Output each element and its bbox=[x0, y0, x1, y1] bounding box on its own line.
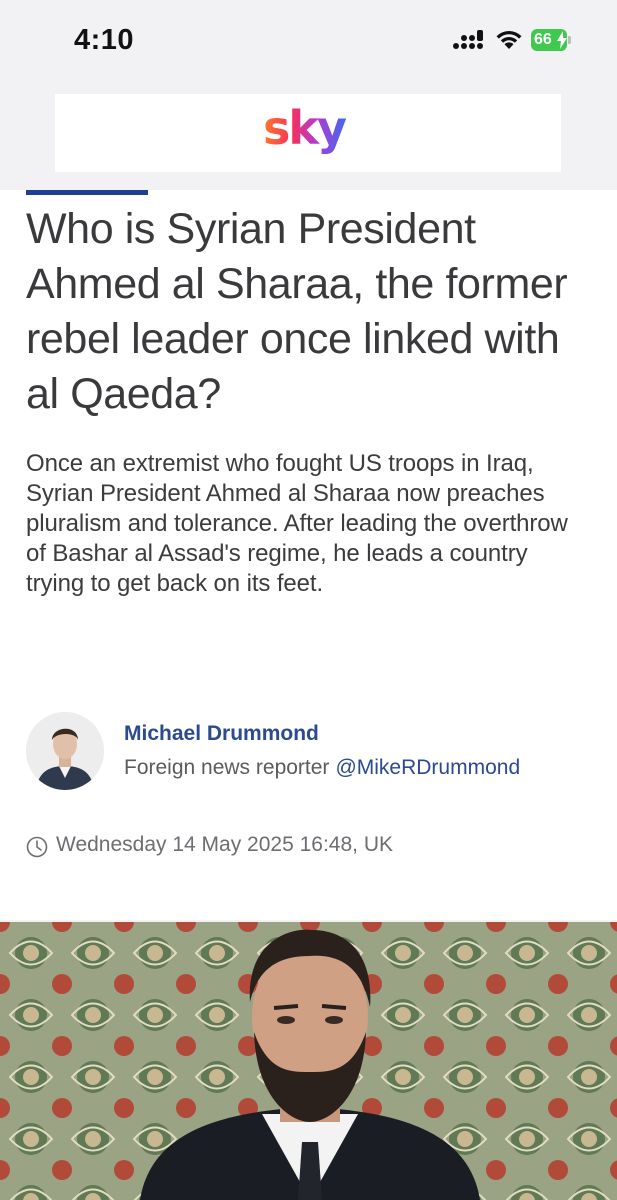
charging-bolt-icon bbox=[557, 31, 567, 49]
article-headline: Who is Syrian President Ahmed al Sharaa,… bbox=[26, 205, 568, 418]
avatar-portrait-icon bbox=[26, 712, 104, 790]
article-standfirst: Once an extremist who fought US troops i… bbox=[26, 450, 568, 597]
author-role: Foreign news reporter bbox=[124, 756, 330, 779]
status-bar: 4:10 66 bbox=[0, 0, 617, 80]
article-hero-image[interactable] bbox=[0, 922, 617, 1200]
author-name[interactable]: Michael Drummond bbox=[124, 722, 319, 746]
status-time: 4:10 bbox=[74, 24, 135, 56]
portrait-photo bbox=[0, 922, 617, 1200]
battery-tip bbox=[568, 36, 571, 44]
article: Who is Syrian President Ahmed al Sharaa,… bbox=[0, 190, 617, 920]
author-byline: Foreign news reporter @MikeRDrummond bbox=[124, 756, 520, 780]
wifi-icon bbox=[496, 30, 522, 49]
publish-timestamp: Wednesday 14 May 2025 16:48, UK bbox=[56, 833, 393, 856]
cellular-signal-icon bbox=[453, 30, 483, 49]
author-avatar[interactable] bbox=[26, 712, 104, 790]
battery-level: 66 bbox=[534, 31, 552, 48]
sky-logo[interactable]: sky bbox=[263, 104, 355, 164]
author-twitter-handle[interactable]: @MikeRDrummond bbox=[335, 756, 520, 779]
accent-bar bbox=[26, 190, 148, 195]
clock-icon bbox=[26, 836, 48, 858]
sky-logo-text: sky bbox=[263, 104, 347, 155]
